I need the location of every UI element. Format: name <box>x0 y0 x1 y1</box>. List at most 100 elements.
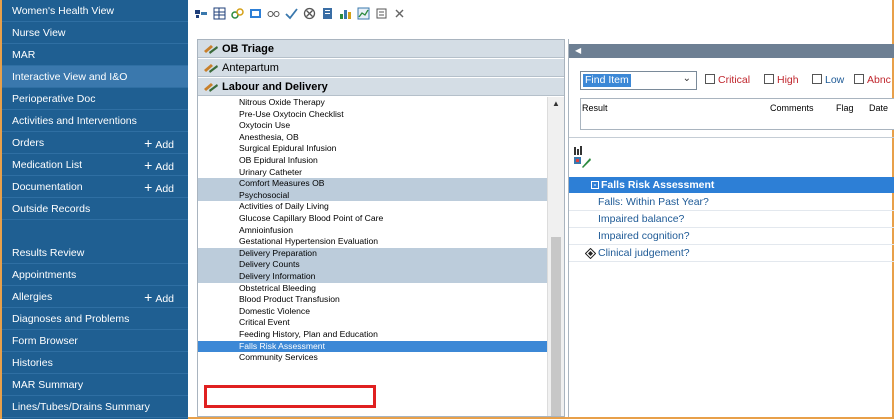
nav-item-label: Medication List <box>12 159 83 171</box>
band-layout-icon[interactable] <box>195 7 208 20</box>
nav-item-medication-list[interactable]: Medication List + Add <box>2 154 188 176</box>
filter-label: Abnc <box>867 74 891 86</box>
section-item[interactable]: Urinary Catheter <box>198 167 547 179</box>
nav-item-allergies[interactable]: Allergies + Add <box>2 286 188 308</box>
band-header-antepartum[interactable]: Antepartum <box>198 59 564 77</box>
assessment-row[interactable]: Impaired balance? <box>569 211 894 228</box>
nav-item-form-browser[interactable]: Form Browser <box>2 330 188 352</box>
section-item[interactable]: Oxytocin Use <box>198 120 547 132</box>
section-list-scrollbar[interactable]: ▲ <box>547 97 564 416</box>
section-item[interactable]: OB Epidural Infusion <box>198 155 547 167</box>
band-navigator-panel: OB Triage Antepartum Labour and Delivery… <box>197 39 565 417</box>
nav-item-histories[interactable]: Histories <box>2 352 188 374</box>
section-item[interactable]: Falls Risk Assessment <box>198 340 547 353</box>
section-item[interactable]: Community Services <box>198 352 547 364</box>
section-header-falls-risk-assessment[interactable]: - Falls Risk Assessment <box>569 177 894 193</box>
nav-item-appointments[interactable]: Appointments <box>2 264 188 286</box>
nav-item-label: Documentation <box>12 181 83 193</box>
plus-icon: + <box>144 289 153 305</box>
nav-item-label: Histories <box>12 357 53 369</box>
section-item[interactable]: Obstetrical Bleeding <box>198 283 547 295</box>
column-header-date: Date <box>869 103 889 113</box>
nav-item-nurse-view[interactable]: Nurse View <box>2 22 188 44</box>
scroll-up-icon[interactable]: ▲ <box>552 99 560 108</box>
nav-item-perioperative-doc[interactable]: Perioperative Doc <box>2 88 188 110</box>
section-item[interactable]: Blood Product Transfusion <box>198 294 547 306</box>
document-icon[interactable] <box>321 7 334 20</box>
chart-icon[interactable] <box>339 7 352 20</box>
table-icon[interactable] <box>249 7 262 20</box>
grid-icon[interactable] <box>213 7 226 20</box>
nav-item-label: Outside Records <box>12 203 91 215</box>
nav-item-diagnoses-and-problems[interactable]: Diagnoses and Problems <box>2 308 188 330</box>
add-button[interactable]: + Add <box>144 286 174 307</box>
section-list: Nitrous Oxide Therapy Pre-Use Oxytocin Ch… <box>198 97 547 416</box>
nav-item-outside-records[interactable]: Outside Records <box>2 198 188 220</box>
section-item[interactable]: Critical Event <box>198 317 547 329</box>
checkbox[interactable] <box>764 74 774 84</box>
assessment-label: Impaired cognition? <box>598 230 690 242</box>
assessment-row[interactable]: Impaired cognition? <box>569 228 894 245</box>
nav-item-label: Allergies <box>12 291 53 303</box>
filter-high[interactable]: High <box>764 73 799 87</box>
close-icon[interactable] <box>393 7 406 20</box>
filter-abnormal[interactable]: Abnc <box>854 73 891 87</box>
checkmark-icon[interactable] <box>285 7 298 20</box>
checkbox[interactable] <box>812 74 822 84</box>
section-item[interactable]: Delivery Information <box>198 271 547 283</box>
band-header-labour-and-delivery[interactable]: Labour and Delivery <box>198 78 564 96</box>
nav-item-label: Results Review <box>12 247 85 259</box>
checkbox[interactable] <box>705 74 715 84</box>
cancel-circle-icon[interactable] <box>303 7 316 20</box>
nav-item-activities-and-interventions[interactable]: Activities and Interventions <box>2 110 188 132</box>
nav-item-lines-tubes-drains-summary[interactable]: Lines/Tubes/Drains Summary <box>2 396 188 418</box>
scrollbar-thumb[interactable] <box>551 237 561 416</box>
customize-view-icon[interactable] <box>572 145 592 171</box>
filter-label: Critical <box>718 74 751 86</box>
nav-item-interactive-view-and-i-o[interactable]: Interactive View and I&O <box>2 66 188 88</box>
section-item[interactable]: Anesthesia, OB <box>198 132 547 144</box>
note-icon[interactable] <box>375 7 388 20</box>
section-item[interactable]: Nitrous Oxide Therapy <box>198 97 547 109</box>
nav-item-women-s-health-view[interactable]: Women's Health View <box>2 0 188 22</box>
nav-item-orders[interactable]: Orders + Add <box>2 132 188 154</box>
collapse-left-icon[interactable]: ◀ <box>575 46 581 55</box>
chevron-down-icon[interactable]: ⌄ <box>683 73 691 84</box>
section-item[interactable]: Gestational Hypertension Evaluation <box>198 236 547 248</box>
nav-item-results-review[interactable]: Results Review <box>2 242 188 264</box>
nav-item-label: Lines/Tubes/Drains Summary <box>12 401 150 413</box>
glasses-icon[interactable] <box>267 7 280 20</box>
add-button[interactable]: + Add <box>144 176 174 197</box>
section-item[interactable]: Surgical Epidural Infusion <box>198 143 547 155</box>
add-button[interactable]: + Add <box>144 132 174 153</box>
plus-icon: + <box>144 135 153 151</box>
band-header-ob-triage[interactable]: OB Triage <box>198 40 564 58</box>
section-item[interactable]: Delivery Counts <box>198 259 547 271</box>
plus-icon: + <box>144 157 153 173</box>
add-button[interactable]: + Add <box>144 154 174 175</box>
assessment-row[interactable]: Clinical judgement? <box>569 245 894 262</box>
link-icon[interactable] <box>231 7 244 20</box>
nav-item-mar-summary[interactable]: MAR Summary <box>2 374 188 396</box>
section-item[interactable]: Pre-Use Oxytocin Checklist <box>198 109 547 121</box>
find-item-value: Find Item <box>583 74 631 87</box>
collapse-minus-icon[interactable]: - <box>591 181 599 189</box>
section-item[interactable]: Feeding History, Plan and Education <box>198 329 547 341</box>
graph-icon[interactable] <box>357 7 370 20</box>
section-item[interactable]: Comfort Measures OB <box>198 178 547 190</box>
filter-low[interactable]: Low <box>812 73 844 87</box>
find-item-dropdown[interactable]: Find Item ⌄ <box>580 71 697 90</box>
section-item[interactable]: Amnioinfusion <box>198 225 547 237</box>
checkbox[interactable] <box>854 74 864 84</box>
section-item[interactable]: Psychosocial <box>198 189 547 202</box>
filter-critical[interactable]: Critical <box>705 73 750 87</box>
section-item[interactable]: Activities of Daily Living <box>198 201 547 213</box>
section-item[interactable]: Glucose Capillary Blood Point of Care <box>198 213 547 225</box>
assessment-row[interactable]: Falls: Within Past Year? <box>569 194 894 211</box>
assessment-label: Impaired balance? <box>598 213 685 225</box>
section-item[interactable]: Delivery Preparation <box>198 247 547 260</box>
section-item[interactable]: Domestic Violence <box>198 306 547 318</box>
nav-item-documentation[interactable]: Documentation + Add <box>2 176 188 198</box>
nav-item-mar[interactable]: MAR <box>2 44 188 66</box>
band-header-label: Labour and Delivery <box>222 81 328 93</box>
